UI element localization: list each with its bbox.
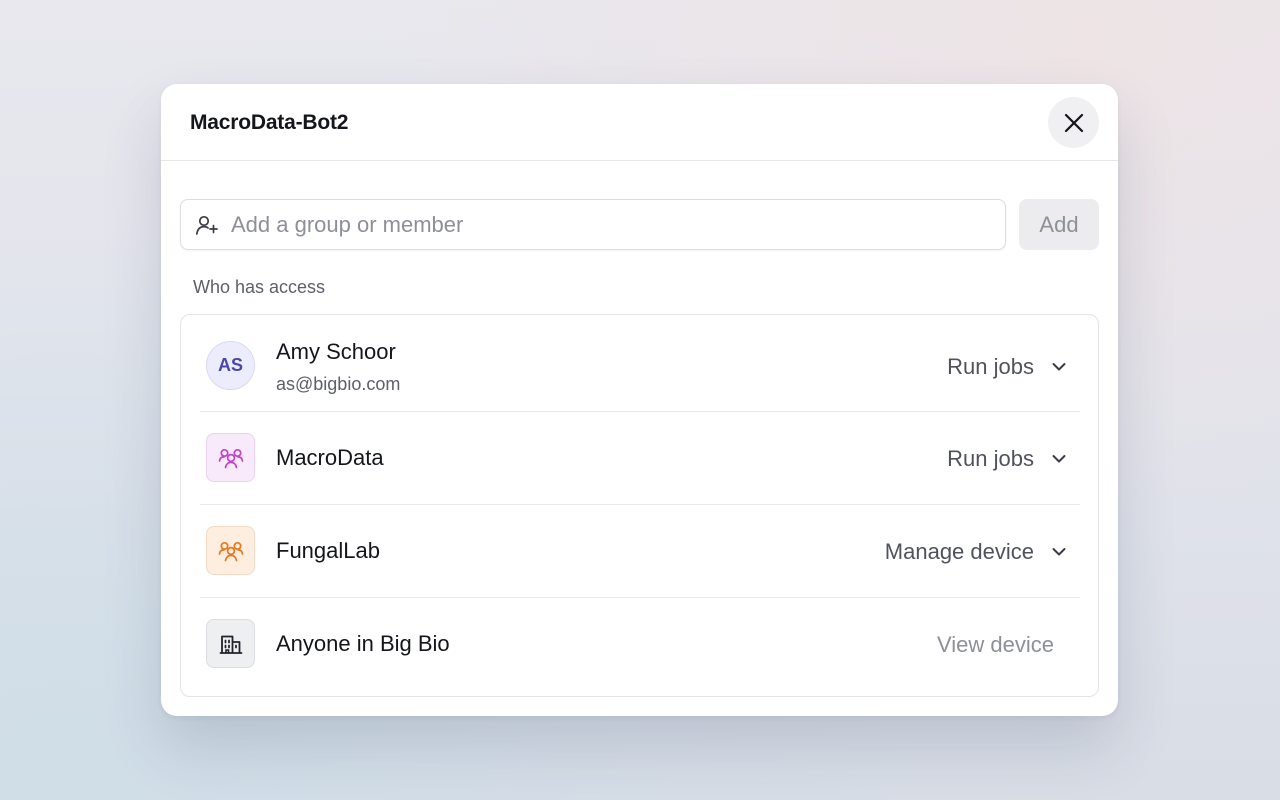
close-button[interactable]	[1048, 97, 1099, 148]
close-icon	[1064, 113, 1083, 132]
group-avatar	[206, 526, 255, 575]
role-dropdown[interactable]: Run jobs	[947, 354, 1066, 380]
member-name: Amy Schoor	[276, 339, 396, 364]
add-button[interactable]: Add	[1019, 199, 1099, 250]
group-name: MacroData	[276, 445, 384, 470]
add-person-icon	[195, 215, 218, 235]
group-icon	[218, 448, 243, 468]
organization-avatar	[206, 619, 255, 668]
list-item: MacroData Run jobs	[200, 412, 1080, 504]
list-item: Anyone in Big Bio View device	[200, 598, 1080, 695]
share-dialog: MacroData-Bot2 Add Who has access AS Amy…	[161, 84, 1118, 716]
list-item: FungalLab Manage device	[200, 505, 1080, 597]
role-dropdown[interactable]: Manage device	[885, 539, 1066, 565]
chevron-down-icon	[1052, 548, 1066, 556]
search-box	[180, 199, 1006, 250]
building-icon	[219, 635, 242, 654]
avatar: AS	[206, 341, 255, 390]
dialog-header: MacroData-Bot2	[161, 84, 1118, 161]
role-label-static: View device	[937, 632, 1054, 657]
chevron-down-icon	[1052, 363, 1066, 371]
role-label: Manage device	[884, 539, 1034, 564]
organization-name: Anyone in Big Bio	[276, 631, 450, 656]
add-member-row: Add	[180, 199, 1099, 250]
chevron-down-icon	[1052, 455, 1066, 463]
group-icon	[218, 541, 243, 561]
role-label: Run jobs	[947, 446, 1034, 471]
member-search-input[interactable]	[231, 200, 991, 249]
role-label: Run jobs	[947, 354, 1034, 379]
list-item: AS Amy Schoor as@bigbio.com Run jobs	[200, 315, 1080, 411]
who-has-access-label: Who has access	[193, 277, 326, 297]
role-dropdown[interactable]: Run jobs	[947, 446, 1066, 472]
access-list: AS Amy Schoor as@bigbio.com Run jobs Mac…	[180, 314, 1099, 697]
group-name: FungalLab	[276, 538, 380, 563]
dialog-title: MacroData-Bot2	[190, 111, 349, 134]
member-email: as@bigbio.com	[276, 374, 401, 394]
group-avatar	[206, 433, 255, 482]
